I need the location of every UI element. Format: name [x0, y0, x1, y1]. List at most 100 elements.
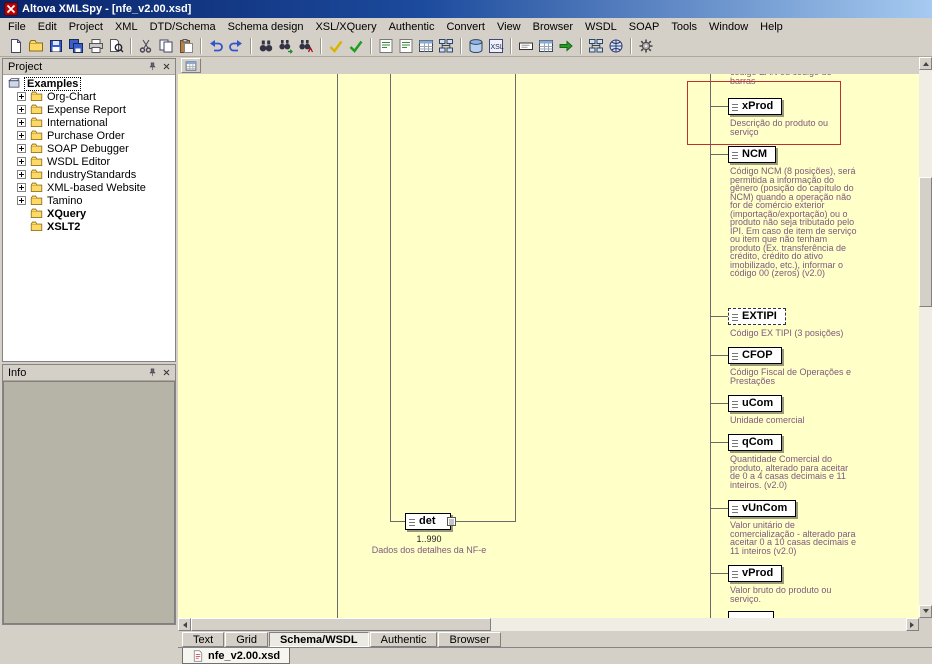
pin-icon[interactable]: [145, 60, 159, 73]
horizontal-scrollbar[interactable]: [178, 618, 919, 631]
expand-children-icon[interactable]: [447, 517, 456, 526]
find-button[interactable]: [256, 36, 276, 56]
schema-element-qcom[interactable]: qCom: [728, 434, 782, 451]
schema-element-xprod[interactable]: xProd: [728, 98, 782, 115]
schema-design-view-button[interactable]: [436, 36, 456, 56]
schema-element-ncm[interactable]: NCM: [728, 146, 776, 163]
redo-button[interactable]: [226, 36, 246, 56]
folder-icon: [29, 116, 44, 129]
expand-children-button[interactable]: [556, 36, 576, 56]
expand-plus-icon[interactable]: [17, 131, 26, 140]
open-file-button[interactable]: [26, 36, 46, 56]
schema-settings-button[interactable]: [586, 36, 606, 56]
menu-file[interactable]: File: [2, 19, 32, 35]
table-display-button[interactable]: [536, 36, 556, 56]
database-query-button[interactable]: [466, 36, 486, 56]
horizontal-scroll-thumb[interactable]: [191, 618, 491, 631]
expand-plus-icon[interactable]: [17, 170, 26, 179]
tree-item-xml-based-website[interactable]: XML-based Website: [3, 181, 175, 194]
vertical-scrollbar[interactable]: [919, 57, 932, 618]
window-title: Altova XMLSpy - [nfe_v2.00.xsd]: [22, 3, 191, 15]
paste-button[interactable]: [176, 36, 196, 56]
menu-dtd-schema[interactable]: DTD/Schema: [144, 19, 222, 35]
xsl-transform-button[interactable]: XSL: [486, 36, 506, 56]
tree-item-international[interactable]: International: [3, 116, 175, 129]
expand-plus-icon[interactable]: [17, 196, 26, 205]
tree-item-expense-report[interactable]: Expense Report: [3, 103, 175, 116]
menu-schema-design[interactable]: Schema design: [222, 19, 310, 35]
schema-element-extipi[interactable]: EXTIPI: [728, 308, 786, 325]
menu-tools[interactable]: Tools: [665, 19, 703, 35]
cut-button[interactable]: [136, 36, 156, 56]
menu-authentic[interactable]: Authentic: [383, 19, 441, 35]
view-tab-text[interactable]: Text: [182, 632, 224, 647]
schema-overview-button[interactable]: [181, 58, 201, 73]
find-next-button[interactable]: [276, 36, 296, 56]
schema-element-vprod[interactable]: vProd: [728, 565, 782, 582]
scroll-up-button[interactable]: [919, 57, 932, 70]
scroll-left-button[interactable]: [178, 618, 191, 631]
tree-item-wsdl-editor[interactable]: WSDL Editor: [3, 155, 175, 168]
menu-view[interactable]: View: [491, 19, 527, 35]
print-button[interactable]: [86, 36, 106, 56]
expand-plus-icon[interactable]: [17, 183, 26, 192]
undo-button[interactable]: [206, 36, 226, 56]
tree-item-xslt2[interactable]: XSLT2: [3, 220, 175, 233]
schema-element-cfop[interactable]: CFOP: [728, 347, 782, 364]
view-tab-authentic[interactable]: Authentic: [370, 632, 438, 647]
menu-convert[interactable]: Convert: [440, 19, 491, 35]
schema-element-vuncom[interactable]: vUnCom: [728, 500, 796, 517]
tree-item-xquery[interactable]: XQuery: [3, 207, 175, 220]
save-all-button[interactable]: [66, 36, 86, 56]
check-well-formed-button[interactable]: [326, 36, 346, 56]
menu-project[interactable]: Project: [63, 19, 109, 35]
tree-item-org-chart[interactable]: Org-Chart: [3, 90, 175, 103]
expand-plus-icon[interactable]: [17, 144, 26, 153]
menu-wsdl[interactable]: WSDL: [579, 19, 623, 35]
expand-plus-icon[interactable]: [17, 92, 26, 101]
new-file-button[interactable]: [6, 36, 26, 56]
tree-item-industrystandards[interactable]: IndustryStandards: [3, 168, 175, 181]
vertical-scroll-thumb[interactable]: [919, 177, 932, 307]
text-view-button[interactable]: [396, 36, 416, 56]
enhanced-grid-view-button[interactable]: [416, 36, 436, 56]
browser-view-button[interactable]: [606, 36, 626, 56]
view-tab-schema-wsdl[interactable]: Schema/WSDL: [269, 632, 369, 647]
tree-item-label: SOAP Debugger: [47, 143, 129, 155]
file-tab-label: nfe_v2.00.xsd: [208, 650, 280, 662]
menu-window[interactable]: Window: [703, 19, 754, 35]
view-tab-browser[interactable]: Browser: [438, 632, 500, 647]
tree-item-examples[interactable]: Examples: [3, 77, 175, 90]
scroll-right-button[interactable]: [906, 618, 919, 631]
info-panel-header: Info: [3, 365, 175, 381]
schema-element-det[interactable]: det: [405, 513, 451, 530]
copy-button[interactable]: [156, 36, 176, 56]
print-preview-button[interactable]: [106, 36, 126, 56]
file-tab-nfe[interactable]: nfe_v2.00.xsd: [182, 648, 290, 664]
expand-plus-icon[interactable]: [17, 157, 26, 166]
menu-edit[interactable]: Edit: [32, 19, 63, 35]
validate-button[interactable]: [346, 36, 366, 56]
menu-help[interactable]: Help: [754, 19, 789, 35]
options-button[interactable]: [636, 36, 656, 56]
pin-icon[interactable]: [145, 366, 159, 379]
save-button[interactable]: [46, 36, 66, 56]
scissors-icon: [138, 38, 154, 54]
menu-soap[interactable]: SOAP: [623, 19, 666, 35]
replace-button[interactable]: [296, 36, 316, 56]
expand-plus-icon[interactable]: [17, 105, 26, 114]
menu-xsl-xquery[interactable]: XSL/XQuery: [309, 19, 382, 35]
insert-element-button[interactable]: [516, 36, 536, 56]
pretty-print-button[interactable]: [376, 36, 396, 56]
scroll-down-button[interactable]: [919, 605, 932, 618]
view-tab-grid[interactable]: Grid: [225, 632, 268, 647]
close-icon[interactable]: [159, 366, 173, 379]
menu-xml[interactable]: XML: [109, 19, 144, 35]
tree-item-purchase-order[interactable]: Purchase Order: [3, 129, 175, 142]
menu-browser[interactable]: Browser: [527, 19, 579, 35]
tree-item-tamino[interactable]: Tamino: [3, 194, 175, 207]
tree-item-soap-debugger[interactable]: SOAP Debugger: [3, 142, 175, 155]
schema-element-ucom[interactable]: uCom: [728, 395, 782, 412]
close-icon[interactable]: [159, 60, 173, 73]
expand-plus-icon[interactable]: [17, 118, 26, 127]
